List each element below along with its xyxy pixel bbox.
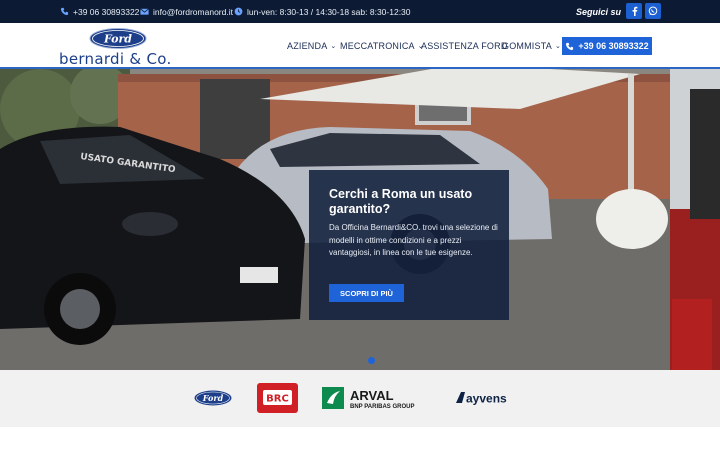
- nav-label: MECCATRONICA: [340, 41, 415, 51]
- facebook-icon: [632, 6, 637, 16]
- brands-strip: Ford BRC ARVAL BNP PARIBAS GROUP ayvens: [0, 370, 720, 427]
- nav-item-assistenza-ford[interactable]: ASSISTENZA FORD: [421, 23, 508, 69]
- phone-icon: [566, 42, 574, 50]
- nav-label: ASSISTENZA FORD: [421, 41, 508, 51]
- logo-text: bernardi & Co.: [59, 50, 172, 68]
- logo-badge-text: Ford: [103, 33, 132, 46]
- envelope-icon: [140, 8, 149, 15]
- call-button[interactable]: +39 06 30893322: [562, 37, 652, 55]
- arval-brand-subtext: BNP PARIBAS GROUP: [350, 404, 414, 410]
- hero-slider: USATO GARANTITO Cerchi a Roma un usato g…: [0, 69, 720, 370]
- whatsapp-icon: [648, 6, 658, 16]
- topbar-email[interactable]: info@fordromanord.it: [140, 0, 233, 23]
- hero-body: Da Officina Bernardi&CO. trovi una selez…: [329, 223, 498, 257]
- phone-icon: [60, 7, 69, 16]
- nav-item-gommista[interactable]: GOMMISTA ⌄: [502, 23, 561, 69]
- topbar-email-text: info@fordromanord.it: [153, 6, 233, 17]
- chevron-down-icon: ⌄: [330, 43, 337, 50]
- slider-dot-active[interactable]: [368, 357, 375, 364]
- arval-brand-logo[interactable]: ARVAL BNP PARIBAS GROUP: [322, 387, 426, 411]
- nav-item-meccatronica[interactable]: MECCATRONICA ⌄: [340, 23, 424, 69]
- site-header: Ford bernardi & Co. AZIENDA ⌄ MECCATRONIC…: [0, 23, 720, 69]
- nav-item-azienda[interactable]: AZIENDA ⌄: [287, 23, 336, 69]
- topbar-phone-text: +39 06 30893322: [73, 6, 140, 17]
- brc-brand-logo[interactable]: BRC: [257, 383, 298, 413]
- brc-brand-text: BRC: [266, 394, 289, 405]
- ford-brand-text: Ford: [202, 393, 224, 403]
- nav-label: GOMMISTA: [502, 41, 552, 51]
- topbar-hours: lun-ven: 8:30-13 / 14:30-18 sab: 8:30-12…: [234, 0, 411, 23]
- arval-brand-text: ARVAL: [350, 388, 394, 403]
- clock-icon: [234, 7, 243, 16]
- whatsapp-button[interactable]: [645, 3, 661, 19]
- page-bottom: [0, 427, 720, 450]
- chevron-down-icon: ⌄: [554, 43, 562, 50]
- ayvens-brand-logo[interactable]: ayvens: [455, 390, 521, 406]
- nav-label: AZIENDA: [287, 41, 328, 51]
- ford-brand-logo[interactable]: Ford: [194, 390, 232, 406]
- top-bar: +39 06 30893322 info@fordromanord.it lun…: [0, 0, 720, 23]
- ford-logo[interactable]: Ford: [89, 28, 147, 49]
- hero-title: Cerchi a Roma un usato garantito?: [329, 187, 473, 216]
- hero-card: Cerchi a Roma un usato garantito? Da Off…: [309, 170, 509, 320]
- ayvens-brand-text: ayvens: [466, 392, 507, 406]
- topbar-hours-text: lun-ven: 8:30-13 / 14:30-18 sab: 8:30-12…: [247, 6, 411, 17]
- topbar-phone[interactable]: +39 06 30893322: [60, 0, 139, 23]
- call-button-label: +39 06 30893322: [578, 41, 649, 51]
- scopri-button[interactable]: SCOPRI DI PIÙ: [329, 284, 404, 302]
- facebook-button[interactable]: [626, 3, 642, 19]
- follow-label: Seguici su: [576, 6, 622, 17]
